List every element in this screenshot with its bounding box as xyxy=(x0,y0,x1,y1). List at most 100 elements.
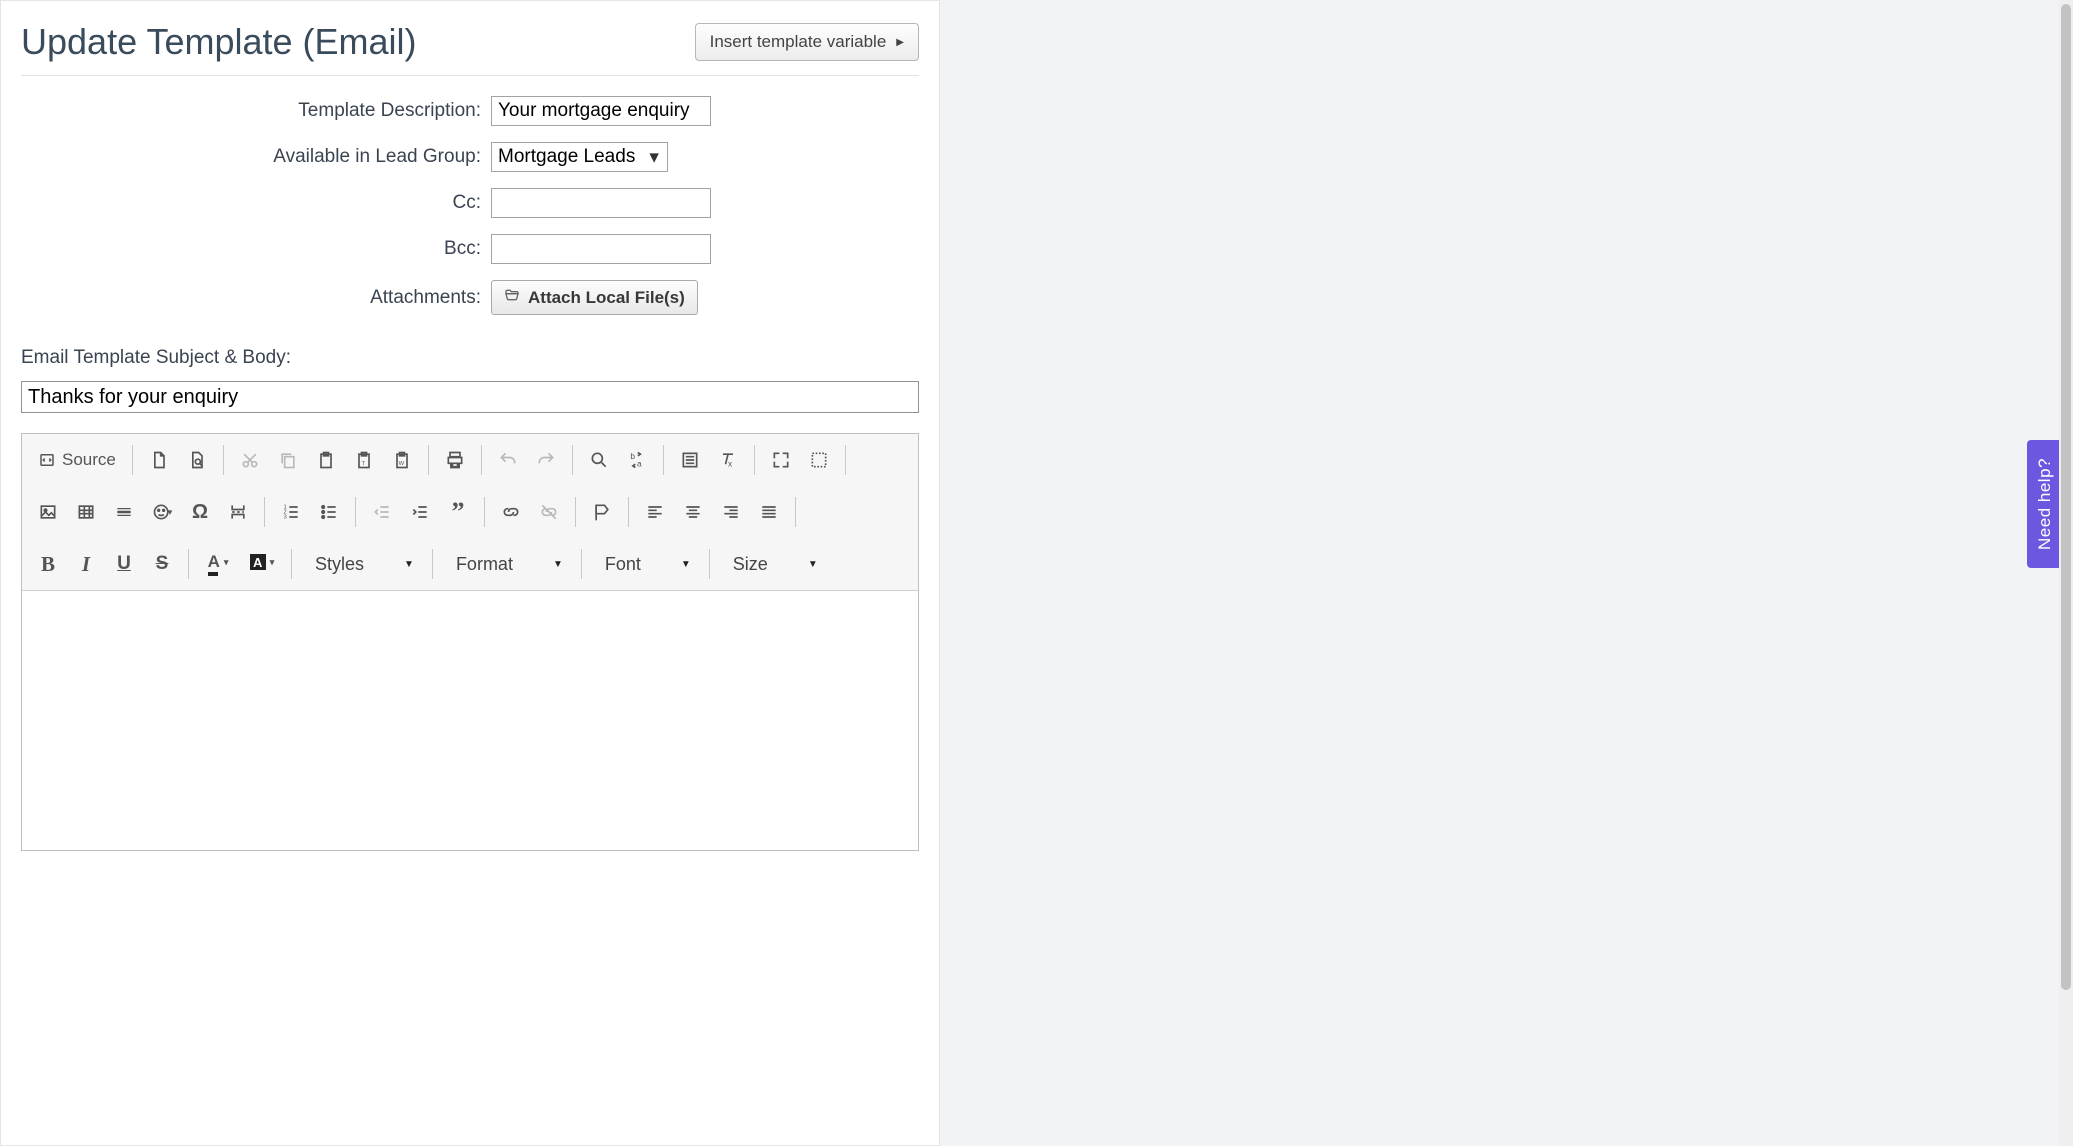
numbered-list-icon[interactable]: 123 xyxy=(273,494,309,530)
folder-open-icon xyxy=(504,287,520,308)
source-label: Source xyxy=(62,450,116,470)
description-input[interactable] xyxy=(491,96,711,126)
chevron-down-icon: ▾ xyxy=(649,146,659,169)
svg-text:W: W xyxy=(399,461,405,467)
page-title: Update Template (Email) xyxy=(21,21,417,63)
svg-text:a: a xyxy=(637,459,642,469)
main-panel: Update Template (Email) Insert template … xyxy=(0,0,940,1146)
separator xyxy=(432,549,433,579)
bcc-input[interactable] xyxy=(491,234,711,264)
chevron-down-icon: ▼ xyxy=(681,559,691,570)
cc-label: Cc: xyxy=(21,192,491,214)
chevron-down-icon: ▼ xyxy=(404,559,414,570)
page-break-icon[interactable] xyxy=(220,494,256,530)
image-icon[interactable] xyxy=(30,494,66,530)
outdent-icon[interactable] xyxy=(364,494,400,530)
cc-input[interactable] xyxy=(491,188,711,218)
anchor-icon[interactable] xyxy=(584,494,620,530)
attach-file-label: Attach Local File(s) xyxy=(528,288,685,308)
editor-body[interactable] xyxy=(22,590,918,850)
styles-label: Styles xyxy=(315,554,364,575)
insert-template-variable-button[interactable]: Insert template variable ▶ xyxy=(695,23,919,61)
print-icon[interactable] xyxy=(437,442,473,478)
separator xyxy=(188,549,189,579)
toolbar-row-1: Source T W ba xyxy=(22,434,918,486)
bold-button[interactable]: B xyxy=(30,546,66,582)
align-left-icon[interactable] xyxy=(637,494,673,530)
underline-button[interactable]: U xyxy=(106,546,142,582)
align-center-icon[interactable] xyxy=(675,494,711,530)
lead-group-select[interactable]: Mortgage Leads ▾ xyxy=(491,142,668,172)
lead-group-value: Mortgage Leads xyxy=(498,146,635,168)
lead-group-label: Available in Lead Group: xyxy=(21,146,491,168)
select-all-icon[interactable] xyxy=(672,442,708,478)
svg-text:x: x xyxy=(728,459,733,469)
chevron-right-icon: ▶ xyxy=(896,37,904,48)
separator xyxy=(355,497,356,527)
scrollbar[interactable] xyxy=(2059,0,2073,1146)
svg-text:3: 3 xyxy=(284,515,287,521)
copy-icon[interactable] xyxy=(270,442,306,478)
paste-word-icon[interactable]: W xyxy=(384,442,420,478)
separator xyxy=(628,497,629,527)
show-blocks-icon[interactable] xyxy=(801,442,837,478)
italic-button[interactable]: I xyxy=(68,546,104,582)
separator xyxy=(795,497,796,527)
chevron-down-icon: ▼ xyxy=(553,559,563,570)
paste-icon[interactable] xyxy=(308,442,344,478)
horizontal-rule-icon[interactable] xyxy=(106,494,142,530)
paste-text-icon[interactable]: T xyxy=(346,442,382,478)
size-label: Size xyxy=(733,554,768,575)
align-justify-icon[interactable] xyxy=(751,494,787,530)
special-char-icon[interactable]: Ω xyxy=(182,494,218,530)
align-right-icon[interactable] xyxy=(713,494,749,530)
font-combo[interactable]: Font ▼ xyxy=(590,546,701,582)
link-icon[interactable] xyxy=(493,494,529,530)
indent-icon[interactable] xyxy=(402,494,438,530)
separator xyxy=(428,445,429,475)
font-label: Font xyxy=(605,554,641,575)
source-button[interactable]: Source xyxy=(30,442,124,478)
format-combo[interactable]: Format ▼ xyxy=(441,546,573,582)
format-label: Format xyxy=(456,554,513,575)
separator xyxy=(845,445,846,475)
separator xyxy=(481,445,482,475)
bcc-label: Bcc: xyxy=(21,238,491,260)
subject-input[interactable] xyxy=(21,381,919,413)
find-icon[interactable] xyxy=(581,442,617,478)
separator xyxy=(484,497,485,527)
strike-button[interactable]: S xyxy=(144,546,180,582)
separator xyxy=(132,445,133,475)
toolbar-row-2: ▾ Ω 123 ” xyxy=(22,486,918,538)
separator xyxy=(663,445,664,475)
scrollbar-thumb[interactable] xyxy=(2061,4,2071,990)
replace-icon[interactable]: ba xyxy=(619,442,655,478)
need-help-tab[interactable]: Need help? xyxy=(2027,440,2063,568)
new-page-icon[interactable] xyxy=(141,442,177,478)
styles-combo[interactable]: Styles ▼ xyxy=(300,546,424,582)
separator xyxy=(754,445,755,475)
text-color-button[interactable]: A▾ xyxy=(197,546,239,582)
remove-format-icon[interactable]: x xyxy=(710,442,746,478)
attach-file-button[interactable]: Attach Local File(s) xyxy=(491,280,698,315)
insert-template-variable-label: Insert template variable xyxy=(710,32,887,52)
chevron-down-icon: ▼ xyxy=(808,559,818,570)
separator xyxy=(572,445,573,475)
bg-color-button[interactable]: A▾ xyxy=(241,546,283,582)
preview-icon[interactable] xyxy=(179,442,215,478)
redo-icon[interactable] xyxy=(528,442,564,478)
table-icon[interactable] xyxy=(68,494,104,530)
blockquote-icon[interactable]: ” xyxy=(440,494,476,530)
description-label: Template Description: xyxy=(21,100,491,122)
unlink-icon[interactable] xyxy=(531,494,567,530)
size-combo[interactable]: Size ▼ xyxy=(718,546,828,582)
maximize-icon[interactable] xyxy=(763,442,799,478)
separator xyxy=(291,549,292,579)
bullet-list-icon[interactable] xyxy=(311,494,347,530)
svg-text:b: b xyxy=(630,451,635,461)
undo-icon[interactable] xyxy=(490,442,526,478)
subject-section-label: Email Template Subject & Body: xyxy=(21,347,919,369)
cut-icon[interactable] xyxy=(232,442,268,478)
emoji-icon[interactable]: ▾ xyxy=(144,494,180,530)
rich-text-editor: Source T W ba xyxy=(21,433,919,851)
